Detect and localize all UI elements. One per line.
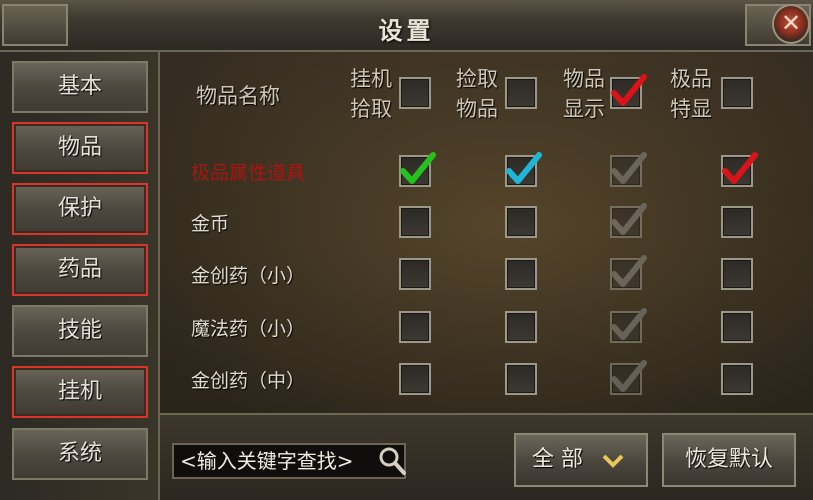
sidebar-item-1[interactable]: 基本	[12, 61, 148, 113]
sidebar-item-5[interactable]: 技能	[12, 305, 148, 357]
sidebar-item-6[interactable]: 挂机	[12, 366, 148, 418]
row-checkbox[interactable]	[610, 308, 647, 343]
row-checkbox[interactable]	[505, 311, 537, 343]
checkmark-icon	[722, 152, 758, 184]
row-label: 金币	[191, 213, 230, 235]
close-icon: ✕	[780, 9, 802, 37]
filter-label: 全 部	[532, 447, 583, 472]
column-header-line1: 挂机	[350, 67, 392, 91]
row-checkbox[interactable]	[610, 152, 647, 187]
row-checkbox[interactable]	[721, 258, 753, 290]
row-label: 极品属性道具	[191, 162, 306, 184]
row-checkbox[interactable]	[721, 206, 753, 238]
row-label: 魔法药（小）	[191, 318, 306, 340]
row-checkbox[interactable]	[610, 203, 647, 238]
row-checkbox[interactable]	[399, 152, 436, 187]
checkmark-icon	[611, 255, 647, 287]
column-header-item-name: 物品名称	[196, 84, 280, 108]
row-checkbox[interactable]	[399, 258, 431, 290]
row-checkbox[interactable]	[610, 360, 647, 395]
search-input[interactable]: <输入关键字查找>	[172, 443, 406, 479]
column-header-4: 极品 特显	[670, 64, 712, 124]
checkmark-icon	[611, 74, 647, 106]
column-header-1: 挂机 拾取	[350, 64, 392, 124]
filter-dropdown-button[interactable]: 全 部	[514, 433, 648, 487]
sidebar-item-3[interactable]: 保护	[12, 183, 148, 235]
column-header-line2: 显示	[563, 97, 605, 121]
row-checkbox[interactable]	[721, 152, 758, 187]
row-checkbox[interactable]	[610, 255, 647, 290]
column-select-all-checkbox[interactable]	[505, 77, 537, 109]
sidebar-item-4[interactable]: 药品	[12, 244, 148, 296]
sidebar-item-7[interactable]: 系统	[12, 428, 148, 480]
title-bar: 设置	[0, 0, 813, 52]
column-header-line1: 捡取	[456, 67, 498, 91]
checkmark-icon	[611, 308, 647, 340]
checkmark-icon	[611, 152, 647, 184]
checkmark-icon	[611, 360, 647, 392]
column-select-all-checkbox[interactable]	[610, 74, 647, 109]
row-checkbox[interactable]	[721, 311, 753, 343]
row-label: 金创药（中）	[191, 370, 306, 392]
row-checkbox[interactable]	[505, 152, 542, 187]
column-select-all-checkbox[interactable]	[721, 77, 753, 109]
column-header-line2: 拾取	[350, 97, 392, 121]
checkmark-icon	[611, 203, 647, 235]
close-button[interactable]: ✕	[772, 4, 810, 44]
row-checkbox[interactable]	[721, 363, 753, 395]
window-title: 设置	[378, 17, 435, 45]
row-checkbox[interactable]	[399, 363, 431, 395]
row-checkbox[interactable]	[399, 206, 431, 238]
restore-defaults-button[interactable]: 恢复默认	[662, 433, 796, 487]
column-header-2: 捡取 物品	[456, 64, 498, 124]
row-label: 金创药（小）	[191, 265, 306, 287]
column-header-line1: 物品	[563, 67, 605, 91]
chevron-down-icon	[602, 454, 624, 468]
column-header-3: 物品 显示	[563, 64, 605, 124]
row-checkbox[interactable]	[505, 363, 537, 395]
search-icon[interactable]	[378, 446, 406, 476]
row-checkbox[interactable]	[399, 311, 431, 343]
row-checkbox[interactable]	[505, 258, 537, 290]
column-header-line2: 特显	[670, 97, 712, 121]
column-header-line1: 极品	[670, 67, 712, 91]
column-select-all-checkbox[interactable]	[399, 77, 431, 109]
sidebar-item-2[interactable]: 物品	[12, 122, 148, 174]
game-settings-window: 设置 ✕ <输入关键字查找> 全 部 恢复默认 基本 物品 保护 药品 技能 挂机 系统 物品…	[0, 0, 813, 500]
row-checkbox[interactable]	[505, 206, 537, 238]
column-header-line2: 物品	[456, 97, 498, 121]
checkmark-icon	[506, 152, 542, 184]
checkmark-icon	[400, 152, 436, 184]
